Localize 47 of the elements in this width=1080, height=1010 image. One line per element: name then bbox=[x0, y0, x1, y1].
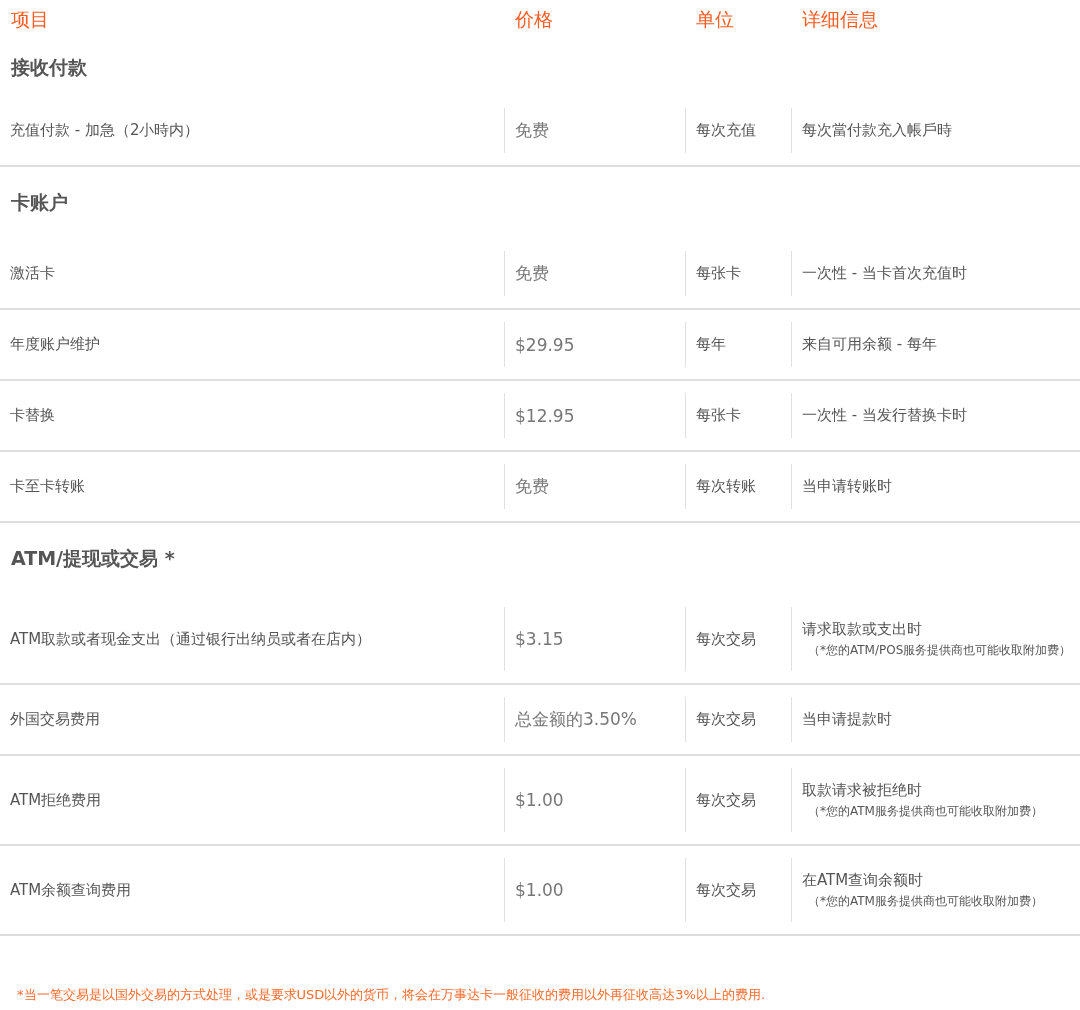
item-name: 充值付款 - 加急（2小時内） bbox=[10, 121, 201, 140]
price-value: $12.95 bbox=[515, 405, 576, 426]
item-name: 卡替换 bbox=[10, 406, 56, 425]
section-heading: 卡账户 bbox=[11, 190, 68, 215]
item-name: 年度账户维护 bbox=[10, 335, 101, 354]
item-name: ATM取款或者现金支出（通过银行出纳员或者在店内） bbox=[10, 629, 373, 649]
item-name: 外国交易费用 bbox=[10, 710, 101, 729]
unit-text: 每年 bbox=[696, 335, 727, 354]
price-value: $3.15 bbox=[515, 629, 565, 649]
detail-text: 取款请求被拒绝时 bbox=[802, 780, 923, 800]
section-heading: ATM/提现或交易 * bbox=[11, 546, 175, 571]
item-name: 卡至卡转账 bbox=[10, 477, 86, 496]
price-value: 总金额的3.50% bbox=[515, 708, 638, 731]
detail-text: 来自可用余额 - 每年 bbox=[802, 335, 938, 354]
detail-text: 在ATM查询余额时 bbox=[802, 870, 925, 890]
detail-note: （*您的ATM服务提供商也可能收取附加费） bbox=[808, 892, 1044, 910]
detail-text: 一次性 - 当发行替换卡时 bbox=[802, 406, 968, 425]
column-header: 项目 bbox=[10, 7, 50, 32]
item-name: 激活卡 bbox=[10, 264, 56, 283]
detail-text: 请求取款或支出时 bbox=[802, 619, 923, 639]
detail-text: 当申请提款时 bbox=[802, 710, 893, 729]
unit-text: 每张卡 bbox=[696, 406, 742, 425]
detail-note: （*您的ATM服务提供商也可能收取附加费） bbox=[808, 802, 1044, 820]
price-value: 免费 bbox=[515, 262, 550, 285]
item-name: ATM拒绝费用 bbox=[10, 790, 103, 810]
unit-text: 每次交易 bbox=[696, 880, 757, 900]
unit-text: 每次转账 bbox=[696, 477, 757, 496]
price-value: 免费 bbox=[515, 475, 550, 498]
unit-text: 每次交易 bbox=[696, 790, 757, 810]
detail-text: 当申请转账时 bbox=[802, 477, 893, 496]
unit-text: 每次交易 bbox=[696, 710, 757, 729]
unit-text: 每次充值 bbox=[696, 121, 757, 140]
unit-text: 每张卡 bbox=[696, 264, 742, 283]
item-name: ATM余额查询费用 bbox=[10, 880, 133, 900]
unit-text: 每次交易 bbox=[696, 629, 757, 649]
detail-note: （*您的ATM/POS服务提供商也可能收取附加费） bbox=[808, 641, 1073, 659]
column-header: 价格 bbox=[514, 7, 554, 32]
price-value: $1.00 bbox=[515, 880, 565, 900]
column-header: 详细信息 bbox=[801, 7, 879, 32]
price-value: $29.95 bbox=[515, 334, 576, 355]
detail-text: 每次當付款充入帳戶時 bbox=[802, 121, 953, 140]
footnote: *当一笔交易是以国外交易的方式处理，或是要求USD以外的货币，将会在万事达卡一般征收的费用以外再征收高达3%以上的费用. bbox=[17, 987, 766, 1002]
detail-text: 一次性 - 当卡首次充值时 bbox=[802, 264, 968, 283]
price-value: $1.00 bbox=[515, 790, 565, 810]
section-heading: 接收付款 bbox=[11, 55, 87, 80]
price-value: 免费 bbox=[515, 119, 550, 142]
column-header: 单位 bbox=[695, 7, 735, 32]
